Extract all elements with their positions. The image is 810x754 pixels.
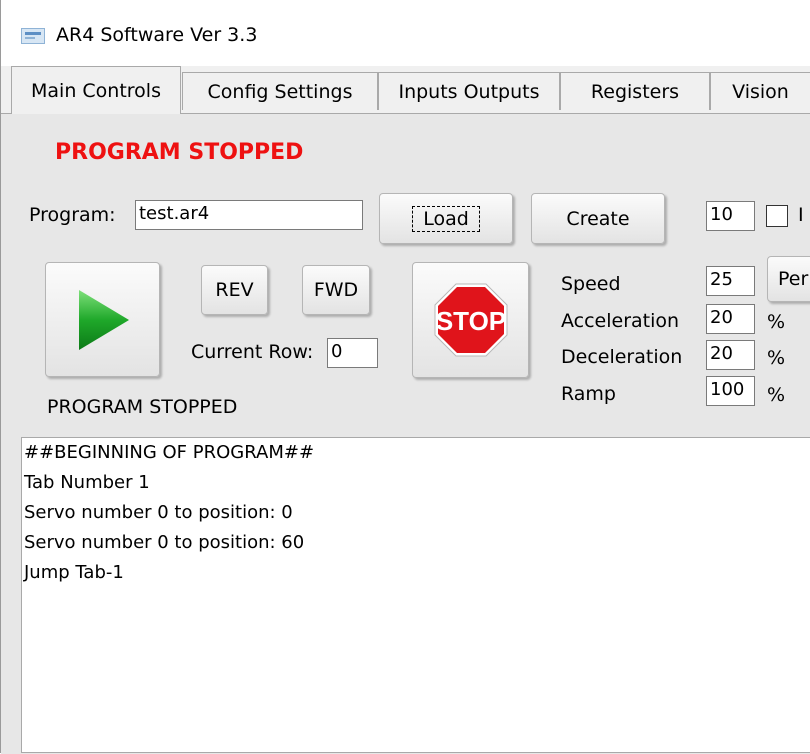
speed-input[interactable]: 25	[706, 266, 755, 296]
window-title: AR4 Software Ver 3.3	[56, 24, 258, 46]
deceleration-percent: %	[767, 347, 786, 369]
play-icon	[78, 289, 129, 350]
acceleration-input[interactable]: 20	[706, 304, 755, 334]
load-button-label: Load	[412, 205, 480, 232]
speed-label: Speed	[561, 273, 621, 295]
deceleration-label: Deceleration	[561, 346, 683, 368]
current-row-input[interactable]: 0	[327, 338, 378, 368]
tab-config-settings[interactable]: Config Settings	[182, 72, 378, 110]
title-bar: AR4 Software Ver 3.3	[1, 0, 810, 67]
app-icon	[21, 28, 45, 44]
acceleration-percent: %	[767, 311, 786, 333]
acceleration-label: Acceleration	[561, 310, 680, 332]
create-button[interactable]: Create	[531, 193, 665, 244]
tab-strip: Main Controls Config Settings Inputs Out…	[1, 66, 810, 114]
program-status-header: PROGRAM STOPPED	[55, 140, 304, 165]
tab-inputs-outputs[interactable]: Inputs Outputs	[378, 72, 560, 110]
program-file-input[interactable]: test.ar4	[135, 200, 363, 230]
tab-vision[interactable]: Vision	[710, 72, 810, 110]
forward-button[interactable]: FWD	[302, 265, 370, 315]
option-checkbox[interactable]	[766, 205, 788, 227]
program-status-footer: PROGRAM STOPPED	[47, 396, 238, 418]
ramp-input[interactable]: 100	[706, 376, 755, 406]
list-item[interactable]: Servo number 0 to position: 60	[24, 532, 304, 553]
speed-unit-button[interactable]: Per	[767, 256, 810, 302]
option-checkbox-label: I	[798, 204, 804, 226]
list-item[interactable]: Servo number 0 to position: 0	[24, 502, 293, 523]
list-item[interactable]: Tab Number 1	[24, 472, 150, 493]
list-item[interactable]: Jump Tab-1	[24, 562, 124, 583]
program-label: Program:	[29, 204, 116, 226]
stop-sign-icon: STOP	[434, 283, 507, 357]
current-row-label: Current Row:	[191, 341, 314, 363]
stop-button[interactable]: STOP	[412, 262, 529, 378]
load-button[interactable]: Load	[379, 193, 513, 244]
reverse-button[interactable]: REV	[201, 265, 268, 315]
list-item[interactable]: ##BEGINNING OF PROGRAM##	[24, 442, 314, 463]
stop-sign-text: STOP	[435, 306, 505, 336]
count-input[interactable]: 10	[706, 201, 755, 231]
app-window: AR4 Software Ver 3.3 Main Controls Confi…	[0, 0, 810, 754]
play-button[interactable]	[45, 262, 160, 377]
tab-main-controls[interactable]: Main Controls	[11, 66, 181, 114]
ramp-percent: %	[767, 384, 786, 406]
program-listbox[interactable]: ##BEGINNING OF PROGRAM## Tab Number 1 Se…	[21, 437, 810, 753]
deceleration-input[interactable]: 20	[706, 340, 755, 370]
ramp-label: Ramp	[561, 383, 616, 405]
tab-registers[interactable]: Registers	[560, 72, 710, 110]
